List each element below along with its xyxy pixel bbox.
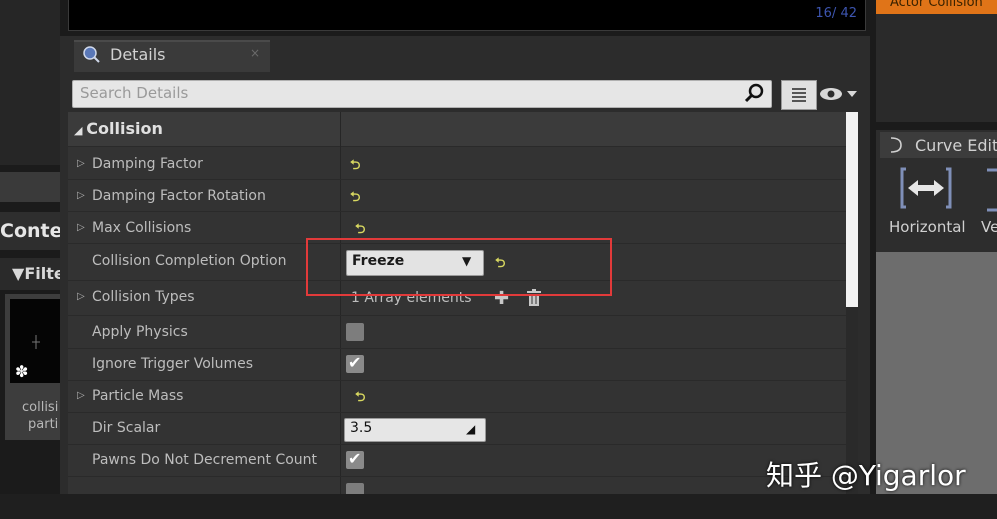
expand-arrow-icon[interactable]: ▷ (77, 222, 85, 233)
bottom-bar (0, 494, 997, 519)
category-collision[interactable] (68, 112, 846, 147)
vertical-button-label: Ve (981, 218, 997, 236)
property-label-ignore-trigger-volumes: Ignore Trigger Volumes (92, 356, 254, 372)
apply-physics-checkbox[interactable] (346, 323, 364, 341)
checkmark-icon: ✔ (348, 449, 362, 468)
search-placeholder: Search Details (80, 84, 189, 102)
dir-scalar-value: 3.5 (350, 420, 373, 436)
expand-arrow-icon[interactable]: ▷ (77, 390, 85, 401)
filter-button[interactable]: ▼Filte (12, 264, 65, 283)
reset-to-default-icon[interactable]: ⮌ (355, 388, 365, 410)
pawns-do-not-decrement-checkbox[interactable]: ✔ (346, 449, 364, 469)
particle-asset-icon: ✽ (15, 335, 40, 381)
scrollbar-thumb[interactable] (846, 112, 858, 307)
search-icon[interactable] (744, 82, 766, 104)
asset-thumbnail: ✽ (10, 299, 62, 383)
row-divider (68, 444, 846, 445)
reset-to-default-icon[interactable]: ⮌ (350, 156, 360, 178)
highlight-annotation (306, 238, 612, 296)
horizontal-fit-icon[interactable] (900, 165, 952, 211)
content-browser-tab[interactable]: Conten (0, 212, 60, 250)
row-divider (68, 476, 846, 477)
category-label: Collision (86, 119, 163, 138)
expand-arrow-icon[interactable]: ▷ (77, 158, 85, 169)
curve-icon (890, 137, 902, 153)
horizontal-button-label: Horizontal (889, 218, 966, 236)
column-divider[interactable] (340, 112, 341, 494)
filter-icon: ▼ (12, 264, 25, 283)
category-header: ◢ Collision (74, 119, 163, 138)
property-label-apply-physics: Apply Physics (92, 324, 188, 340)
svg-text:✽: ✽ (15, 362, 28, 381)
reset-to-default-icon[interactable]: ⮌ (350, 188, 360, 210)
expand-arrow-icon[interactable]: ▷ (77, 190, 85, 201)
row-divider (68, 348, 846, 349)
collapse-arrow-icon: ◢ (74, 124, 87, 137)
property-label-collision-completion-option: Collision Completion Option (92, 253, 287, 269)
left-toolbar (0, 172, 60, 202)
right-top-panel (876, 0, 997, 122)
resize-handle-icon[interactable]: ◢ (466, 422, 475, 436)
next-row-checkbox[interactable] (346, 483, 364, 494)
property-label-pawns-do-not-decrement-count: Pawns Do Not Decrement Count (92, 452, 318, 468)
property-label-collision-types: Collision Types (92, 289, 195, 305)
property-label-damping-factor: Damping Factor (92, 156, 203, 172)
details-tab[interactable] (74, 40, 270, 72)
row-divider (68, 315, 846, 316)
watermark-text: 知乎 @Yigarlor (766, 459, 966, 492)
property-matrix-button[interactable] (781, 80, 817, 110)
grid-icon (792, 88, 806, 102)
ignore-trigger-volumes-checkbox[interactable]: ✔ (346, 353, 364, 373)
asset-name-line2: parti (28, 417, 59, 432)
row-divider (68, 179, 846, 180)
frame-counter: 16/ 42 (815, 6, 857, 21)
property-label-dir-scalar: Dir Scalar (92, 420, 161, 436)
vertical-fit-icon[interactable] (983, 168, 997, 212)
left-viewport (0, 0, 60, 165)
magnifier-details-icon (83, 46, 100, 63)
view-options-eye-icon[interactable] (819, 84, 861, 104)
checkmark-icon: ✔ (348, 353, 362, 372)
filter-label: Filte (24, 264, 65, 283)
preview-viewport[interactable]: 16/ 42 (68, 0, 866, 31)
property-label-damping-factor-rotation: Damping Factor Rotation (92, 188, 266, 204)
details-tab-label: Details (110, 45, 166, 64)
curve-editor-tab-label: Curve Edito (915, 136, 997, 155)
actor-collision-tab-label: Actor Collision (890, 0, 983, 10)
expand-arrow-icon[interactable]: ▷ (77, 291, 85, 302)
row-divider (68, 412, 846, 413)
close-icon[interactable]: × (250, 46, 260, 60)
property-label-particle-mass: Particle Mass (92, 388, 184, 404)
row-divider (68, 380, 846, 381)
row-divider (68, 211, 846, 212)
asset-name-line1: collisi (22, 400, 59, 415)
property-label-max-collisions: Max Collisions (92, 220, 192, 236)
